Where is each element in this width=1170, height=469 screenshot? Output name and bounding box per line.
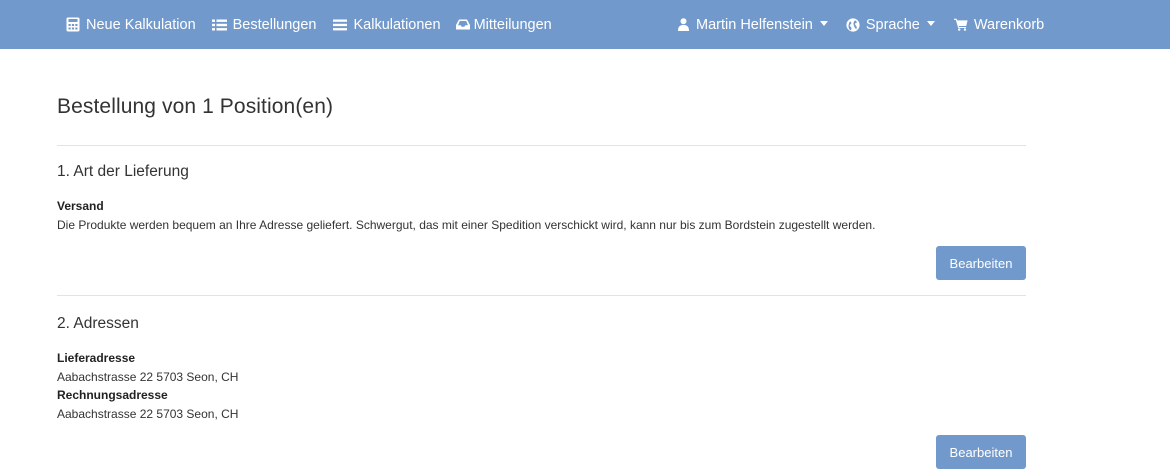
nav-item-mitteilungen[interactable]: Mitteilungen xyxy=(449,0,560,49)
nav-item-bestellungen[interactable]: Bestellungen xyxy=(204,0,325,49)
nav-label-kalkulationen: Kalkulationen xyxy=(353,16,441,33)
delivery-method-description: Die Produkte werden bequem an Ihre Adres… xyxy=(57,218,876,232)
navbar-left: Neue Kalkulation Bestellungen Kalkulatio… xyxy=(57,0,560,49)
nav-label-neue-kalkulation: Neue Kalkulation xyxy=(86,16,196,33)
cart-icon xyxy=(953,17,969,33)
delivery-method-label: Versand xyxy=(57,199,104,213)
list-icon xyxy=(212,17,228,33)
edit-addresses-button[interactable]: Bearbeiten xyxy=(936,435,1026,469)
chevron-down-icon xyxy=(819,21,828,26)
nav-item-kalkulationen[interactable]: Kalkulationen xyxy=(324,0,448,49)
globe-icon xyxy=(845,17,861,33)
nav-label-bestellungen: Bestellungen xyxy=(232,16,317,33)
divider xyxy=(57,295,1026,296)
user-name: Martin Helfenstein xyxy=(696,16,813,33)
delivery-address-value: Aabachstrasse 22 5703 Seon, CH xyxy=(57,370,239,384)
delivery-address-label: Lieferadresse xyxy=(57,351,136,365)
billing-address-label: Rechnungsadresse xyxy=(57,388,168,402)
user-icon xyxy=(675,17,691,33)
language-menu[interactable]: Sprache xyxy=(836,0,943,49)
navbar-right: Martin Helfenstein Sprache Warenkorb xyxy=(667,0,1052,49)
edit-delivery-button[interactable]: Bearbeiten xyxy=(936,246,1026,280)
nav-item-neue-kalkulation[interactable]: Neue Kalkulation xyxy=(57,0,204,49)
nav-label-mitteilungen: Mitteilungen xyxy=(473,16,552,33)
calculator-icon xyxy=(65,17,81,33)
page-title: Bestellung von 1 Position(en) xyxy=(57,95,334,118)
user-menu[interactable]: Martin Helfenstein xyxy=(667,0,836,49)
top-navbar: Neue Kalkulation Bestellungen Kalkulatio… xyxy=(0,0,1170,49)
billing-address-value: Aabachstrasse 22 5703 Seon, CH xyxy=(57,407,239,421)
delivery-section-heading: 1. Art der Lieferung xyxy=(57,163,189,180)
language-label: Sprache xyxy=(865,16,920,33)
divider xyxy=(57,145,1026,146)
chevron-down-icon xyxy=(926,21,935,26)
inbox-icon xyxy=(455,17,471,33)
bars-icon xyxy=(332,17,348,33)
cart-label: Warenkorb xyxy=(973,16,1045,33)
navbar-inner: Neue Kalkulation Bestellungen Kalkulatio… xyxy=(57,0,1170,49)
addresses-section-heading: 2. Adressen xyxy=(57,315,139,332)
cart-link[interactable]: Warenkorb xyxy=(943,0,1052,49)
